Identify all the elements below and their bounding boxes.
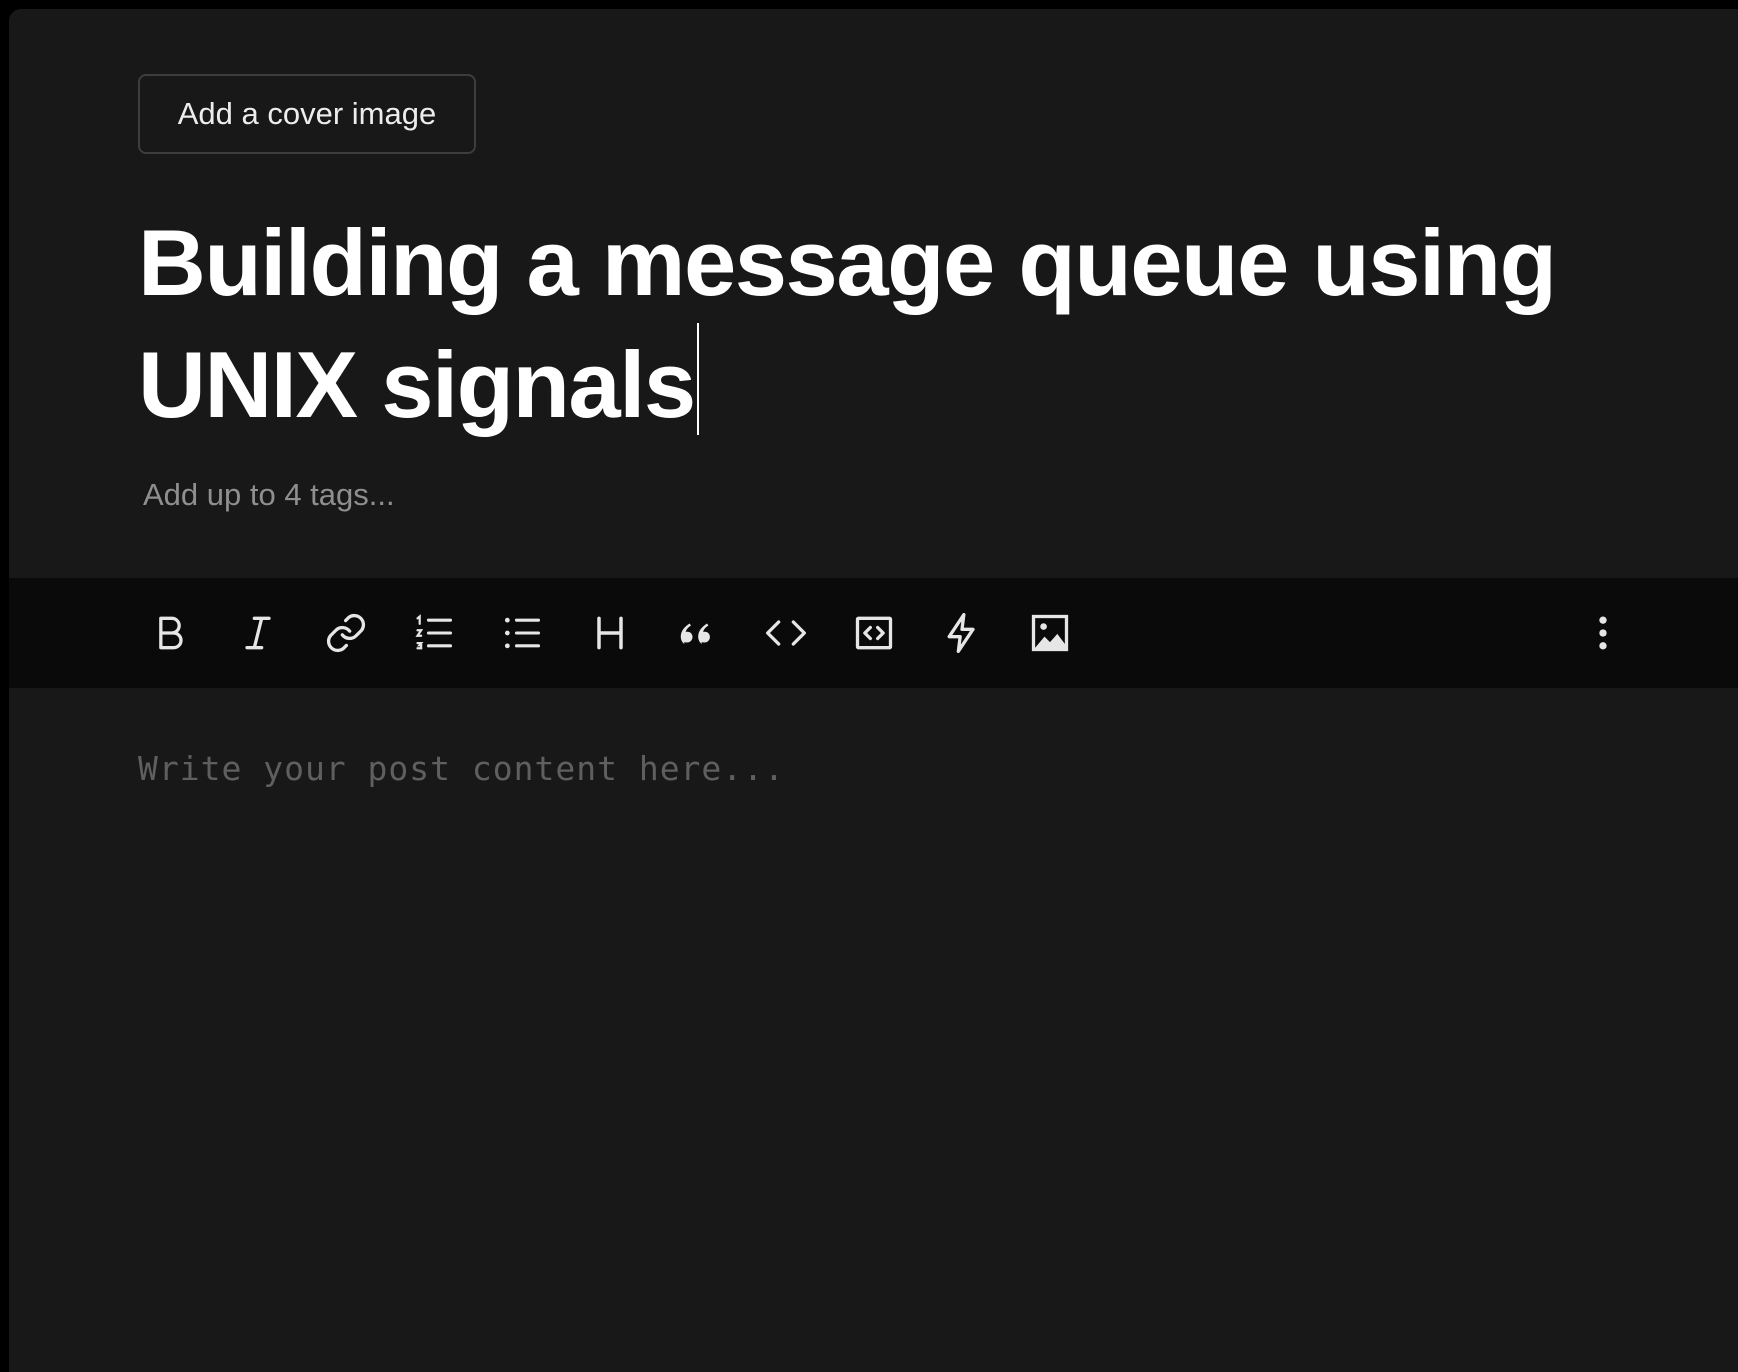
more-vertical-icon [1599, 616, 1607, 650]
link-icon [327, 614, 365, 652]
code-block-icon [855, 616, 893, 650]
quote-icon [680, 623, 710, 644]
link-button[interactable] [318, 605, 374, 661]
heading-icon [597, 616, 623, 650]
post-content-input[interactable]: Write your post content here... [138, 749, 785, 788]
italic-icon [245, 616, 271, 650]
text-cursor [696, 323, 699, 435]
lightning-icon [947, 613, 975, 653]
add-cover-image-button[interactable]: Add a cover image [138, 74, 476, 154]
unordered-list-button[interactable] [494, 605, 550, 661]
post-title-input[interactable]: Building a message queue using UNIX sign… [138, 203, 1638, 445]
quote-button[interactable] [670, 605, 726, 661]
code-button[interactable] [758, 605, 814, 661]
embed-button[interactable] [934, 605, 990, 661]
post-title-text: Building a message queue using UNIX sign… [138, 210, 1557, 437]
editor-window: Add a cover image Building a message que… [9, 9, 1738, 1372]
image-button[interactable] [1022, 605, 1078, 661]
code-block-button[interactable] [846, 605, 902, 661]
code-icon [766, 620, 806, 646]
image-icon [1031, 614, 1069, 652]
ordered-list-button[interactable] [406, 605, 462, 661]
ordered-list-icon [415, 614, 453, 650]
heading-button[interactable] [582, 605, 638, 661]
unordered-list-icon [504, 617, 541, 649]
formatting-toolbar [9, 578, 1738, 688]
italic-button[interactable] [230, 605, 286, 661]
bold-button[interactable] [142, 605, 198, 661]
more-options-button[interactable] [1575, 605, 1631, 661]
bold-icon [159, 616, 183, 650]
tags-input[interactable]: Add up to 4 tags... [143, 477, 395, 513]
